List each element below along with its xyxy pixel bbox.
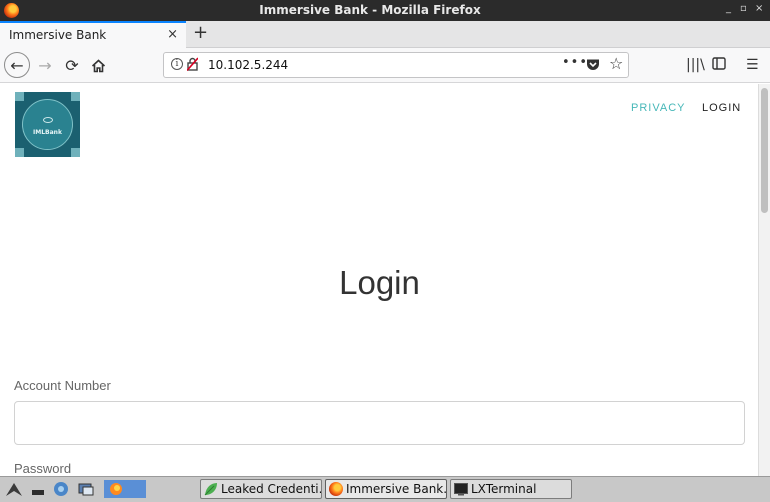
pocket-icon[interactable]: [586, 58, 600, 71]
home-icon: [91, 58, 105, 72]
desktop-icon[interactable]: [77, 480, 95, 498]
logo-text: IMLBank: [33, 129, 62, 136]
firefox-launcher-icon[interactable]: [104, 480, 146, 498]
url-bar[interactable]: i 10.102.5.244 ••• ☆: [163, 52, 629, 78]
minimize-button[interactable]: _: [726, 3, 731, 14]
tab-title: Immersive Bank: [9, 28, 107, 42]
vertical-scrollbar[interactable]: [758, 84, 770, 476]
navigation-toolbar: ← → ⟳ i 10.102.5.244 ••• ☆ |||\ ☰: [0, 48, 770, 83]
scrollbar-thumb[interactable]: [761, 88, 768, 213]
logo-corner: [15, 148, 24, 157]
close-window-button[interactable]: ×: [755, 3, 763, 14]
site-logo[interactable]: IMLBank: [15, 92, 80, 157]
url-text[interactable]: 10.102.5.244: [208, 58, 288, 72]
maximize-button[interactable]: ▫: [740, 3, 747, 14]
library-icon[interactable]: |||\: [686, 57, 705, 73]
insecure-lock-icon[interactable]: [187, 57, 198, 71]
taskbar-item-leaked-credentials[interactable]: Leaked Credenti...: [200, 479, 322, 499]
info-icon[interactable]: i: [171, 58, 183, 70]
taskbar: Leaked Credenti... Immersive Bank... LXT…: [0, 476, 770, 502]
page-actions-button[interactable]: •••: [562, 55, 588, 70]
home-button[interactable]: [88, 48, 108, 83]
account-number-input[interactable]: [14, 401, 745, 445]
taskbar-item-label: LXTerminal: [471, 482, 537, 496]
eye-icon: [42, 117, 53, 123]
logo-corner: [71, 92, 80, 101]
menu-launcher-icon[interactable]: [5, 480, 23, 498]
taskbar-item-lxterminal[interactable]: LXTerminal: [450, 479, 572, 499]
star-icon[interactable]: ☆: [609, 54, 623, 73]
back-button[interactable]: ←: [4, 52, 30, 78]
network-icon[interactable]: [52, 480, 70, 498]
sidebar-glyph: [712, 57, 726, 70]
password-label: Password: [14, 461, 72, 476]
tab-close-button[interactable]: ×: [167, 27, 178, 42]
menu-icon[interactable]: ☰: [746, 57, 759, 73]
nav-link-login[interactable]: LOGIN: [702, 102, 741, 114]
nav-link-privacy[interactable]: PRIVACY: [631, 102, 685, 114]
page-content: IMLBank PRIVACY LOGIN Login Account Numb…: [1, 84, 758, 476]
minimize-all-icon[interactable]: [29, 480, 47, 498]
taskbar-item-label: Leaked Credenti...: [221, 482, 322, 496]
forward-button[interactable]: →: [34, 48, 56, 83]
window-titlebar: Immersive Bank - Mozilla Firefox _ ▫ ×: [0, 0, 770, 21]
leaf-icon: [204, 483, 217, 496]
tab-immersive-bank[interactable]: Immersive Bank ×: [0, 21, 186, 49]
firefox-icon: [329, 482, 343, 496]
logo-emblem: IMLBank: [22, 99, 73, 150]
account-number-label: Account Number: [14, 378, 111, 393]
taskbar-item-immersive-bank[interactable]: Immersive Bank...: [325, 479, 447, 499]
page-title: Login: [339, 264, 420, 301]
sidebar-icon[interactable]: [712, 57, 726, 74]
reload-button[interactable]: ⟳: [62, 48, 82, 83]
terminal-icon: [454, 483, 468, 496]
taskbar-item-label: Immersive Bank...: [346, 482, 447, 496]
window-title: Immersive Bank - Mozilla Firefox: [259, 3, 481, 17]
new-tab-button[interactable]: +: [193, 22, 208, 43]
logo-corner: [15, 92, 24, 101]
logo-corner: [71, 148, 80, 157]
tab-strip: Immersive Bank ×: [0, 21, 770, 49]
